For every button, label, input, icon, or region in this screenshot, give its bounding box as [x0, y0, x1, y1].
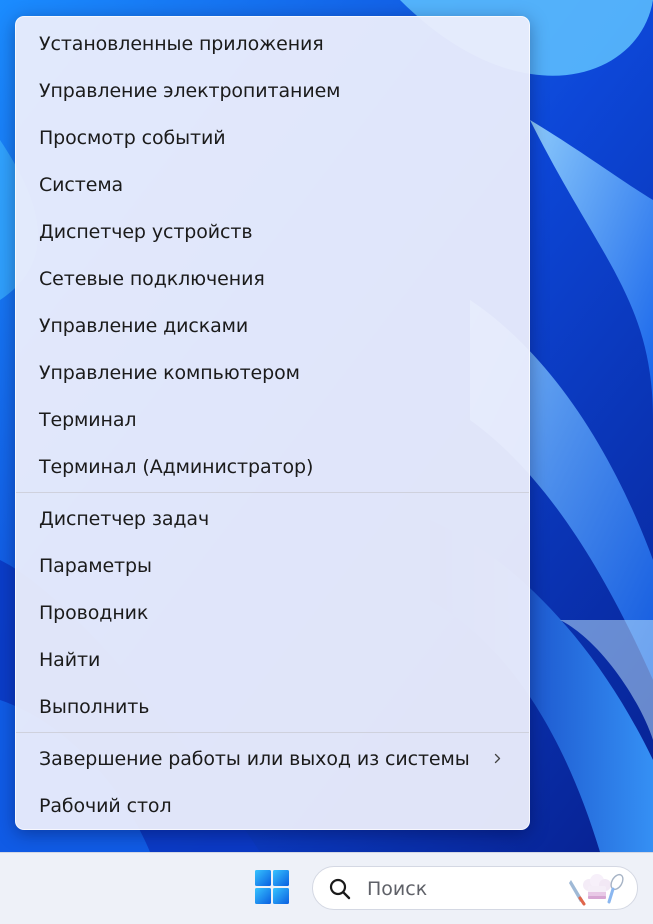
menu-item-system[interactable]: Система [16, 163, 529, 207]
start-button[interactable] [254, 869, 290, 905]
menu-item-network-connections[interactable]: Сетевые подключения [16, 257, 529, 301]
chevron-right-icon [494, 753, 501, 764]
menu-item-desktop[interactable]: Рабочий стол [16, 784, 529, 828]
menu-item-terminal[interactable]: Терминал [16, 398, 529, 442]
menu-item-label: Терминал (Администратор) [39, 456, 314, 478]
menu-item-power-options[interactable]: Управление электропитанием [16, 69, 529, 113]
search-icon [329, 878, 351, 900]
menu-item-label: Просмотр событий [39, 127, 226, 149]
menu-item-disk-management[interactable]: Управление дисками [16, 304, 529, 348]
search-placeholder: Поиск [367, 878, 428, 900]
menu-separator [16, 732, 529, 733]
menu-item-label: Установленные приложения [39, 33, 324, 55]
menu-item-settings[interactable]: Параметры [16, 544, 529, 588]
menu-item-label: Рабочий стол [39, 795, 172, 817]
menu-item-installed-apps[interactable]: Установленные приложения [16, 22, 529, 66]
menu-item-label: Завершение работы или выход из системы [39, 748, 470, 770]
menu-item-label: Найти [39, 649, 101, 671]
menu-item-label: Управление электропитанием [39, 80, 341, 102]
menu-item-event-viewer[interactable]: Просмотр событий [16, 116, 529, 160]
menu-item-label: Терминал [39, 409, 137, 431]
menu-item-search[interactable]: Найти [16, 638, 529, 682]
menu-item-file-explorer[interactable]: Проводник [16, 591, 529, 635]
menu-item-computer-management[interactable]: Управление компьютером [16, 351, 529, 395]
menu-separator [16, 492, 529, 493]
taskbar: Поиск [0, 852, 653, 924]
menu-item-label: Диспетчер устройств [39, 221, 253, 243]
menu-item-run[interactable]: Выполнить [16, 685, 529, 729]
menu-item-label: Сетевые подключения [39, 268, 265, 290]
taskbar-search-box[interactable]: Поиск [312, 866, 638, 910]
menu-item-label: Управление компьютером [39, 362, 300, 384]
menu-item-label: Проводник [39, 602, 149, 624]
menu-item-label: Диспетчер задач [39, 508, 210, 530]
menu-item-device-manager[interactable]: Диспетчер устройств [16, 210, 529, 254]
menu-item-label: Система [39, 174, 124, 196]
menu-item-task-manager[interactable]: Диспетчер задач [16, 497, 529, 541]
windows-logo-icon [255, 870, 289, 904]
menu-item-terminal-admin[interactable]: Терминал (Администратор) [16, 445, 529, 489]
quick-link-menu: Установленные приложения Управление элек… [15, 16, 530, 830]
menu-item-label: Управление дисками [39, 315, 249, 337]
chef-hat-utensils-icon[interactable] [565, 872, 629, 906]
menu-item-label: Параметры [39, 555, 152, 577]
menu-item-label: Выполнить [39, 696, 150, 718]
menu-item-shutdown-signout[interactable]: Завершение работы или выход из системы [16, 737, 529, 781]
